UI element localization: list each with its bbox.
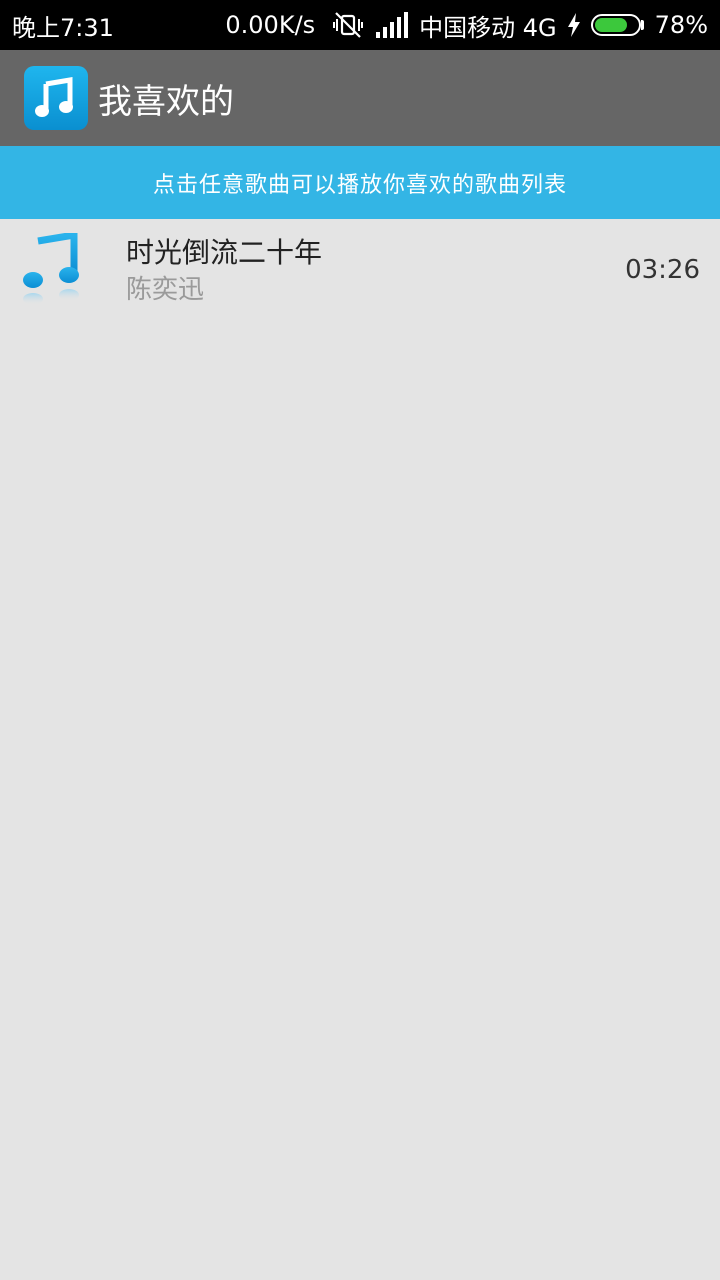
music-note-icon[interactable]	[24, 66, 88, 130]
song-text: 时光倒流二十年 陈奕迅	[126, 235, 322, 309]
battery-icon	[590, 13, 645, 37]
network-speed: 0.00K/s	[225, 11, 316, 39]
app-bar: 我喜欢的	[0, 50, 720, 146]
banner-text: 点击任意歌曲可以播放你喜欢的歌曲列表	[152, 172, 567, 198]
status-bar: 晚上7:31 0.00K/s 中国移动 4G 78%	[0, 0, 720, 50]
song-list: 时光倒流二十年 陈奕迅 03:26	[0, 219, 720, 319]
vibrate-off-icon	[331, 10, 365, 40]
page-title: 我喜欢的	[98, 81, 234, 122]
play-hint-banner: 点击任意歌曲可以播放你喜欢的歌曲列表	[0, 146, 720, 219]
battery-percent: 78%	[654, 11, 708, 39]
song-artist: 陈奕迅	[126, 275, 205, 305]
song-duration: 03:26	[625, 255, 700, 285]
status-time: 晚上7:31	[12, 13, 114, 42]
music-note-icon	[22, 230, 84, 315]
list-item[interactable]: 时光倒流二十年 陈奕迅 03:26	[0, 219, 720, 319]
charging-bolt-icon	[567, 13, 581, 37]
battery-fill	[594, 18, 628, 32]
signal-icon	[375, 12, 409, 38]
carrier-label: 中国移动 4G	[419, 13, 557, 42]
song-title: 时光倒流二十年	[126, 236, 323, 269]
